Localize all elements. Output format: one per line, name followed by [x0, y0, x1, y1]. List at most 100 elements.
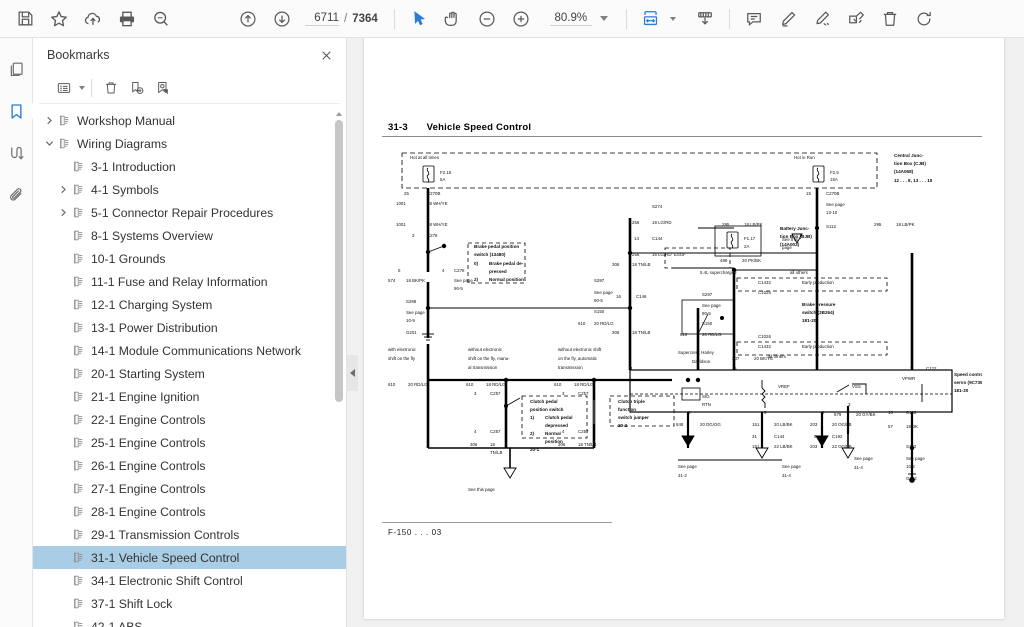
add-bookmark-icon[interactable]	[124, 76, 150, 100]
diagram-label: See this page	[468, 487, 495, 492]
layout-tools-group	[634, 4, 722, 34]
bookmark-item[interactable]: Wiring Diagrams	[33, 132, 346, 155]
download-tray-icon[interactable]	[688, 4, 722, 34]
chevron-right-icon[interactable]	[41, 116, 58, 125]
diagram-label: C257	[578, 391, 589, 396]
bookmark-item[interactable]: 4-1 Symbols	[33, 178, 346, 201]
diagram-label: 3	[848, 402, 851, 407]
rotate-icon[interactable]	[907, 4, 941, 34]
diagram-label: C144	[652, 236, 663, 241]
pages-icon[interactable]	[2, 52, 30, 86]
diagram-label: 90-5	[594, 298, 603, 303]
signature-icon[interactable]	[2, 136, 30, 170]
zoom-in-button[interactable]	[504, 4, 538, 34]
bookmark-item[interactable]: 11-1 Fuse and Relay Information	[33, 270, 346, 293]
signature-stamp-icon[interactable]	[839, 4, 873, 34]
cloud-upload-icon[interactable]	[76, 4, 110, 34]
bookmark-item[interactable]: 8-1 Systems Overview	[33, 224, 346, 247]
bookmark-item-selected[interactable]: 31-1 Vehicle Speed Control	[33, 546, 346, 569]
chevron-right-icon[interactable]	[55, 208, 72, 217]
bookmark-icon[interactable]	[2, 94, 30, 128]
diagram-label: 90-5	[702, 311, 711, 316]
save-button[interactable]	[8, 4, 42, 34]
trash-icon[interactable]	[873, 4, 907, 34]
next-page-button[interactable]	[265, 4, 299, 34]
bookmark-item[interactable]: 10-1 Grounds	[33, 247, 346, 270]
bookmark-label: 25-1 Engine Controls	[91, 436, 206, 450]
highlighter-icon[interactable]	[771, 4, 805, 34]
bookmark-item[interactable]: 26-1 Engine Controls	[33, 454, 346, 477]
diagram-label: transmission	[558, 365, 583, 370]
bookmark-item[interactable]: 3-1 Introduction	[33, 155, 346, 178]
current-page-input[interactable]	[305, 12, 339, 26]
star-icon[interactable]	[42, 4, 76, 34]
bookmarks-tree[interactable]: Workshop Manual Wiring Diagrams 3-1 Intr…	[33, 104, 346, 627]
bookmark-item[interactable]: 34-1 Electronic Shift Control	[33, 569, 346, 592]
annotation-tools-group	[737, 4, 941, 34]
zoom-out-button[interactable]	[470, 4, 504, 34]
bookmark-item[interactable]: 28-1 Engine Controls	[33, 500, 346, 523]
previous-page-button[interactable]	[231, 4, 265, 34]
diagram-label: (14A003)	[780, 242, 800, 247]
bookmark-item[interactable]: 27-1 Engine Controls	[33, 477, 346, 500]
bookmark-item[interactable]: 29-1 Transmission Controls	[33, 523, 346, 546]
diagram-label: 306	[612, 330, 620, 335]
options-chevron-icon[interactable]	[79, 86, 85, 90]
bookmark-item[interactable]: 37-1 Shift Lock	[33, 592, 346, 615]
bookmark-label: 12-1 Charging System	[91, 298, 212, 312]
edit-bookmark-icon[interactable]	[150, 76, 176, 100]
bookmark-item[interactable]: 21-1 Engine Ignition	[33, 385, 346, 408]
fit-width-chevron-icon[interactable]	[670, 17, 676, 21]
bookmark-label: 26-1 Engine Controls	[91, 459, 206, 473]
hand-icon[interactable]	[436, 4, 470, 34]
diagram-label: 151	[752, 444, 760, 449]
bookmark-page-icon	[72, 620, 91, 627]
document-view[interactable]: 31-3 Vehicle Speed Control	[347, 38, 1024, 627]
diagram-label: switch (2B264)	[802, 310, 835, 315]
bookmark-item[interactable]: 12-1 Charging System	[33, 293, 346, 316]
scroll-up-arrow-icon[interactable]	[336, 112, 342, 116]
bookmark-item[interactable]: 25-1 Engine Controls	[33, 431, 346, 454]
chevron-down-icon[interactable]	[600, 16, 608, 21]
diagram-label: 610	[680, 332, 688, 337]
comment-icon[interactable]	[737, 4, 771, 34]
diagram-label: 151	[752, 422, 760, 427]
bookmarks-scrollbar[interactable]	[335, 112, 343, 627]
close-icon[interactable]	[316, 45, 336, 65]
pen-draw-icon[interactable]	[805, 4, 839, 34]
bookmark-item[interactable]: 42-1 ABS	[33, 615, 346, 627]
zoom-control[interactable]: 80.9%	[550, 12, 608, 26]
collapse-sidebar-handle[interactable]	[347, 355, 358, 391]
diagram-label: RTN	[702, 402, 711, 407]
bookmarks-panel-header: Bookmarks	[33, 38, 346, 72]
bookmark-item[interactable]: 22-1 Engine Controls	[33, 408, 346, 431]
diagram-label: Clutch pedal	[545, 415, 573, 420]
list-options-icon[interactable]	[51, 76, 77, 100]
bookmark-item[interactable]: 5-1 Connector Repair Procedures	[33, 201, 346, 224]
diagram-label: 18 TN/LB	[632, 330, 651, 335]
diagram-label: 18 LB/PK	[896, 222, 915, 227]
bookmark-item[interactable]: Workshop Manual	[33, 109, 346, 132]
delete-bookmark-icon[interactable]	[98, 76, 124, 100]
search-icon[interactable]	[144, 4, 178, 34]
diagram-label: S297	[702, 292, 713, 297]
fit-width-icon[interactable]	[634, 4, 668, 34]
scrollbar-thumb[interactable]	[335, 120, 343, 402]
bookmark-item[interactable]: 14-1 Module Communications Network	[33, 339, 346, 362]
cursor-arrow-icon[interactable]	[402, 4, 436, 34]
bookmark-page-icon	[72, 482, 91, 495]
diagram-label: 20 BK/YE	[754, 356, 773, 361]
printer-icon[interactable]	[110, 4, 144, 34]
chevron-down-icon[interactable]	[41, 139, 58, 148]
bookmark-label: 21-1 Engine Ignition	[91, 390, 199, 404]
bookmark-item[interactable]: 20-1 Starting System	[33, 362, 346, 385]
bookmark-page-icon	[72, 597, 91, 610]
diagram-label: 12 . . . 8, 13 . . . 10	[894, 178, 933, 183]
chevron-right-icon[interactable]	[55, 185, 72, 194]
diagram-label: S102	[906, 444, 917, 449]
bookmark-label: Workshop Manual	[77, 114, 175, 128]
bookmark-item[interactable]: 13-1 Power Distribution	[33, 316, 346, 339]
diagram-label: 307	[732, 356, 740, 361]
paperclip-icon[interactable]	[2, 178, 30, 212]
diagram-label: 31-4	[782, 473, 791, 478]
